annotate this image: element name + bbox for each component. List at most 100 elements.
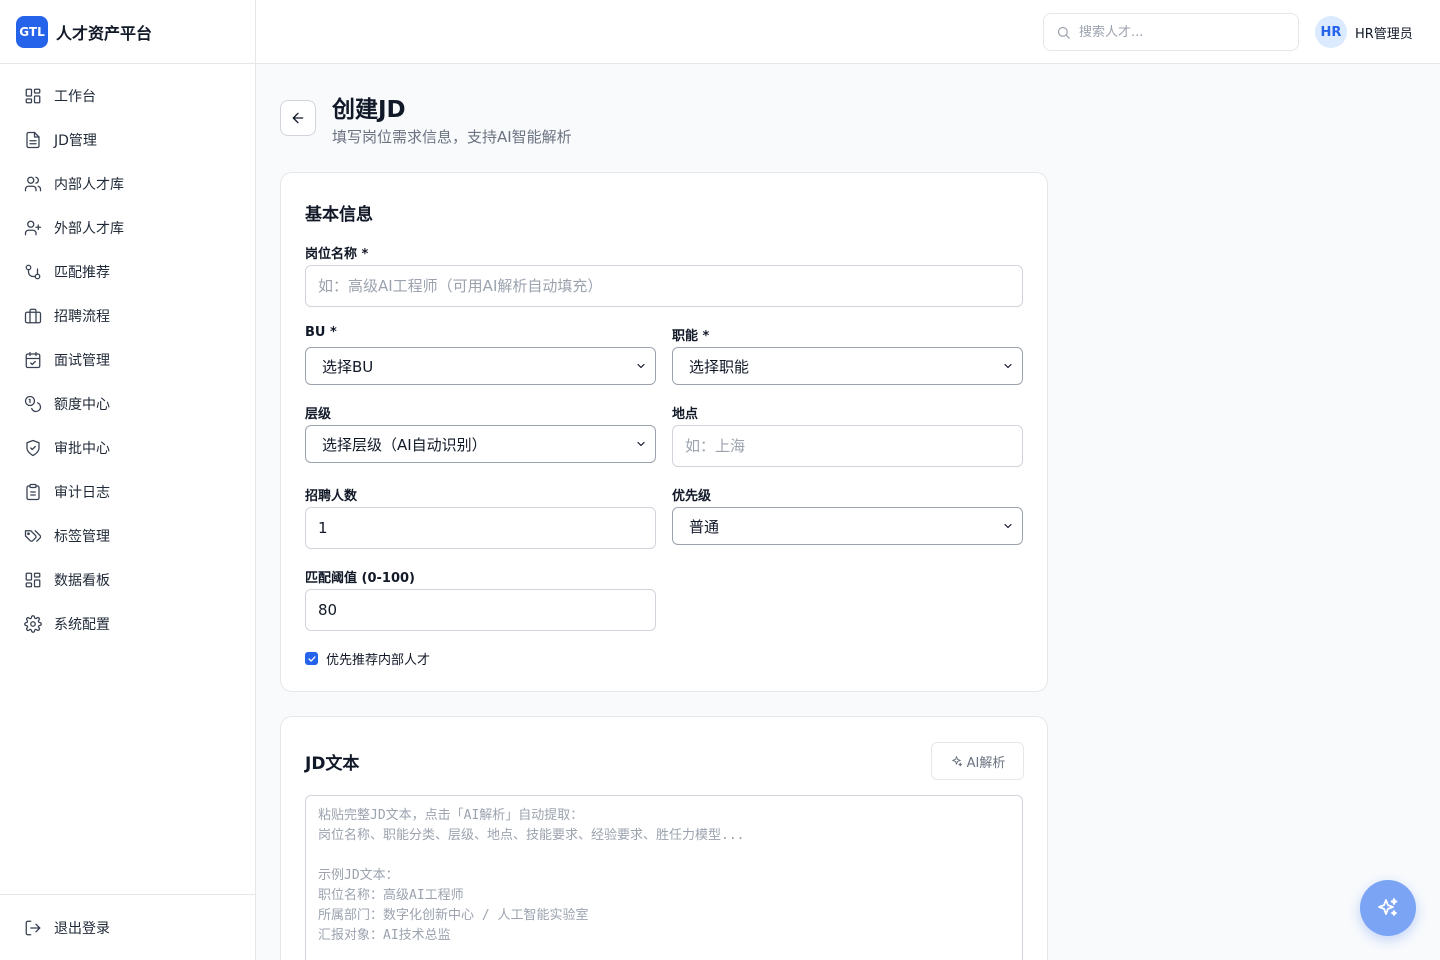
dashboard-icon [25,88,41,104]
sidebar-item-tags[interactable]: 标签管理 [0,514,255,558]
check-icon [307,655,316,662]
sidebar-item-settings[interactable]: 系统配置 [0,602,255,646]
sidebar-footer: 退出登录 [0,894,255,960]
function-label: 职能 * [672,329,710,344]
sidebar-item-label: 审计日志 [54,485,110,501]
chevron-down-icon [1004,523,1012,529]
location-input[interactable] [685,437,1022,455]
sidebar-item-external-talent[interactable]: 外部人才库 [0,206,255,250]
level-label: 层级 [305,407,332,422]
location-field[interactable] [672,425,1023,467]
bu-select[interactable]: 选择BU [305,347,656,385]
sidebar-item-jd[interactable]: JD管理 [0,118,255,162]
prefer-internal-label[interactable]: 优先推荐内部人才 [326,649,430,668]
chevron-down-icon [637,363,645,369]
calendar-icon [25,351,41,369]
git-branch-icon [25,264,41,280]
logout-label: 退出登录 [54,921,110,937]
match-threshold-field[interactable] [305,589,656,631]
tags-icon [24,530,42,542]
sparkles-icon [951,755,962,766]
grid-icon [25,572,41,588]
sidebar-item-label: 额度中心 [54,397,110,413]
level-select-value: 选择层级（AI自动识别） [322,435,487,454]
sidebar-item-match[interactable]: 匹配推荐 [0,250,255,294]
sidebar-item-label: 内部人才库 [54,177,124,193]
prefer-internal-row: 优先推荐内部人才 [305,649,430,668]
ai-parse-label: AI解析 [966,755,1006,771]
search-icon [1057,26,1070,39]
chevron-down-icon [637,441,645,447]
sidebar-item-internal-talent[interactable]: 内部人才库 [0,162,255,206]
sidebar-item-label: 面试管理 [54,353,110,369]
headcount-input[interactable] [318,519,655,537]
brand-logo: GTL [16,15,48,48]
location-label: 地点 [672,407,699,422]
bu-select-value: 选择BU [322,357,374,376]
clipboard-icon [26,483,40,501]
user-name[interactable]: HR管理员 [1355,23,1413,42]
arrow-left-icon [292,112,304,124]
logout-icon [25,920,41,936]
sidebar-item-label: 工作台 [54,89,96,105]
priority-select-value: 普通 [689,517,720,536]
headcount-label: 招聘人数 [305,489,358,504]
basic-info-card: 基本信息 岗位名称 * BU * 选择BU 职能 * 选择职能 层级 选择层级（… [280,172,1048,692]
priority-label: 优先级 [672,489,712,504]
document-icon [26,131,40,149]
sidebar-item-label: JD管理 [54,133,97,149]
sidebar-nav: 工作台 JD管理 内部人才库 外部人才库 匹配推荐 招聘流程 面试管理 额度中心… [0,64,255,646]
sidebar-item-label: 数据看板 [54,573,110,589]
position-name-input[interactable] [318,277,1022,295]
bu-label: BU * [305,325,337,340]
sparkles-icon [1378,898,1398,916]
page-title: 创建JD [332,97,406,123]
user-plus-icon [24,220,42,236]
function-select-value: 选择职能 [689,357,750,376]
card-title: JD文本 [305,754,360,774]
sidebar-item-quota[interactable]: 额度中心 [0,382,255,426]
sidebar-item-label: 审批中心 [54,441,110,457]
logout-button[interactable]: 退出登录 [0,906,255,950]
position-name-label: 岗位名称 * [305,247,369,262]
briefcase-icon [24,308,42,324]
back-button[interactable] [280,100,316,136]
priority-select[interactable]: 普通 [672,507,1023,545]
brand: GTL 人才资产平台 [0,0,255,64]
sidebar-item-workbench[interactable]: 工作台 [0,74,255,118]
sidebar-item-label: 匹配推荐 [54,265,110,281]
headcount-field[interactable] [305,507,656,549]
gear-icon [24,615,42,633]
search-box[interactable] [1043,13,1299,51]
avatar[interactable]: HR [1315,16,1347,48]
sidebar-item-label: 外部人才库 [54,221,124,237]
sidebar-item-label: 标签管理 [54,529,110,545]
users-icon [24,176,42,192]
jd-textarea[interactable]: 粘贴完整JD文本，点击「AI解析」自动提取： 岗位名称、职能分类、层级、地点、技… [305,795,1023,960]
brand-name: 人才资产平台 [56,23,153,43]
match-threshold-input[interactable] [318,601,655,619]
page-subtitle: 填写岗位需求信息，支持AI智能解析 [332,128,572,146]
match-threshold-label: 匹配阈值 (0-100) [305,571,415,586]
shield-check-icon [26,439,40,457]
sidebar-item-recruitment[interactable]: 招聘流程 [0,294,255,338]
sidebar-item-label: 系统配置 [54,617,110,633]
sidebar-item-audit[interactable]: 审计日志 [0,470,255,514]
card-title: 基本信息 [305,205,373,225]
sidebar-item-interview[interactable]: 面试管理 [0,338,255,382]
chevron-down-icon [1004,363,1012,369]
ai-parse-button[interactable]: AI解析 [931,742,1024,780]
jd-text-card: JD文本 AI解析 粘贴完整JD文本，点击「AI解析」自动提取： 岗位名称、职能… [280,716,1048,960]
sidebar-item-dashboard[interactable]: 数据看板 [0,558,255,602]
prefer-internal-checkbox[interactable] [305,652,318,665]
sidebar: GTL 人才资产平台 工作台 JD管理 内部人才库 外部人才库 匹配推荐 招聘流… [0,0,256,960]
level-select[interactable]: 选择层级（AI自动识别） [305,425,656,463]
top-header: HR HR管理员 [256,0,1440,64]
sidebar-item-label: 招聘流程 [54,309,110,325]
ai-assistant-button[interactable] [1360,880,1416,936]
function-select[interactable]: 选择职能 [672,347,1023,385]
position-name-field[interactable] [305,265,1023,307]
coins-icon [24,395,42,413]
sidebar-item-approval[interactable]: 审批中心 [0,426,255,470]
search-input[interactable] [1079,24,1279,40]
